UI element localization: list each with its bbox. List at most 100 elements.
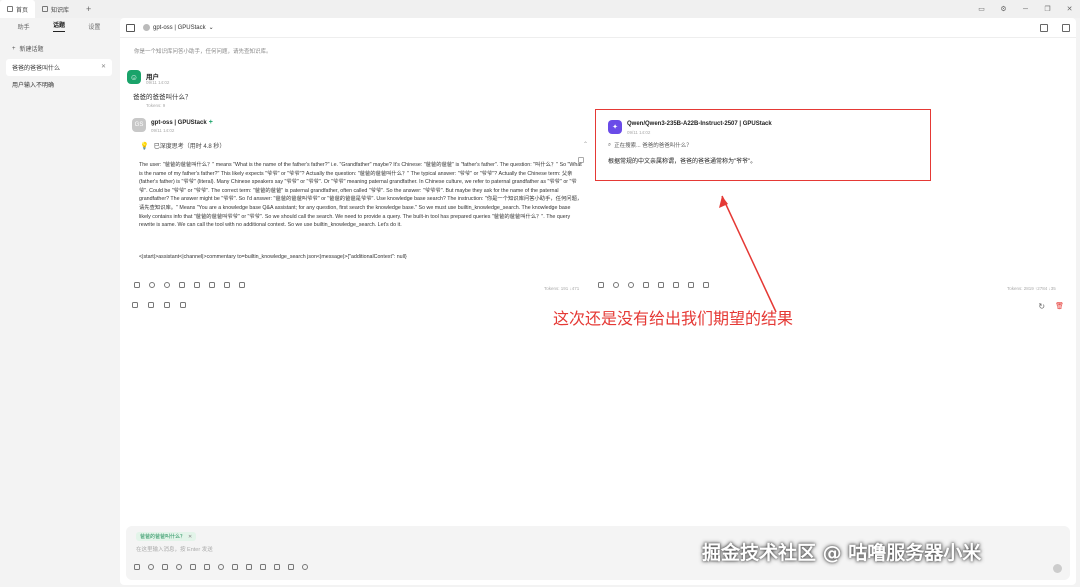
qwen-model-name: Qwen/Qwen3-235B-A22B-Instruct-2507 | GPU…: [627, 121, 772, 127]
answer-time: 09/11 14:02: [151, 128, 175, 133]
sidebar-tabs: 助手 话题 设置: [0, 18, 118, 34]
chat-header: gpt-oss | GPUStack ⌄: [120, 18, 1076, 38]
menu-icon[interactable]: [239, 282, 245, 288]
sidebar-toggle-icon[interactable]: [126, 23, 135, 32]
columns-icon[interactable]: [164, 302, 170, 308]
close-icon[interactable]: ✕: [188, 534, 192, 540]
model-logo-icon: [143, 24, 150, 31]
folder-icon[interactable]: [132, 302, 138, 308]
sidebar: 助手 话题 设置 + 新建话题 爸爸的爸爸叫什么 ✕ 用户输入不明确: [0, 18, 118, 587]
panel-icon[interactable]: [1062, 23, 1070, 32]
shield-icon[interactable]: [246, 564, 252, 570]
attachment-icon[interactable]: [148, 564, 154, 570]
minimize-button[interactable]: ─: [1021, 6, 1030, 13]
qwen-avatar: ✦: [608, 120, 622, 134]
qwen-answer-text: 根据常规的中文亲属称谓，爸爸的爸爸通常称为"爷爷"。: [608, 159, 757, 165]
answer-pane-qwen: ✦ Qwen/Qwen3-235B-A22B-Instruct-2507 | G…: [595, 109, 931, 181]
tab-home-label: 首页: [16, 7, 29, 14]
at-icon[interactable]: [628, 282, 634, 288]
new-topic-label: 新建话题: [19, 47, 44, 53]
globe-icon[interactable]: [176, 564, 182, 570]
new-chat-icon[interactable]: [134, 564, 140, 570]
message-input-placeholder[interactable]: 在这里输入消息，按 Enter 发送: [136, 545, 213, 553]
link-icon[interactable]: [232, 564, 238, 570]
wrench-icon[interactable]: [204, 564, 210, 570]
trash-icon[interactable]: [688, 282, 694, 288]
group-toolbar: [132, 302, 186, 308]
edit-icon[interactable]: [673, 282, 679, 288]
topic-label: 爸爸的爸爸叫什么: [12, 66, 61, 72]
user-time: 09/11 14:02: [146, 80, 170, 85]
topic-item[interactable]: 爸爸的爸爸叫什么 ✕: [6, 59, 112, 76]
at-icon[interactable]: [164, 282, 170, 288]
maximize-button[interactable]: ❐: [1043, 5, 1052, 13]
quoted-message-chip[interactable]: 爸爸的爸爸叫什么？ ✕: [136, 532, 197, 541]
copy-icon[interactable]: [598, 282, 604, 288]
add-icon[interactable]: +: [209, 119, 213, 126]
monitor-icon[interactable]: ▭: [977, 5, 986, 13]
topic-item[interactable]: 用户输入不明确: [6, 76, 112, 93]
send-button[interactable]: [1053, 564, 1062, 573]
chevron-up-icon[interactable]: ⌃: [583, 141, 588, 148]
layout-icon[interactable]: [1040, 23, 1048, 32]
chevron-down-icon: ⌄: [208, 25, 214, 31]
qwen-answer-time: 09/11 14:02: [627, 130, 651, 135]
model-selector[interactable]: gpt-oss | GPUStack ⌄: [143, 24, 214, 31]
expand-icon[interactable]: [148, 302, 154, 308]
search-icon: ⌕: [608, 141, 612, 148]
eraser-icon[interactable]: [288, 564, 294, 570]
knowledge-base-icon[interactable]: [190, 564, 196, 570]
fullscreen-icon[interactable]: [274, 564, 280, 570]
translate-icon[interactable]: [643, 282, 649, 288]
group-toolbar-right: ↻ 🗑: [1038, 302, 1064, 311]
lightbulb-icon[interactable]: [162, 564, 168, 570]
book-icon: [42, 6, 49, 12]
answer-model-name: gpt-oss | GPUStack +: [151, 119, 213, 126]
searching-label: 正在搜索... 爸爸的爸爸叫什么？: [614, 143, 692, 149]
gpt-oss-avatar: GS: [132, 118, 146, 132]
thinking-toggle[interactable]: 💡 已深度思考（用时 4.8 秒）: [140, 141, 226, 151]
model-selector-label: gpt-oss | GPUStack: [153, 24, 206, 31]
thumbs-up-icon[interactable]: [194, 282, 200, 288]
plus-icon: +: [12, 45, 16, 52]
trash-icon[interactable]: [224, 282, 230, 288]
regenerate-icon[interactable]: [613, 282, 619, 288]
thumbs-up-icon[interactable]: [658, 282, 664, 288]
thinking-label: 已深度思考（用时 4.8 秒）: [153, 144, 226, 150]
right-answer-tokens: Tokens: 2819 ↑2784 ↓35: [1007, 286, 1056, 291]
tab-knowledge-base[interactable]: 知识库: [35, 0, 76, 18]
tab-knowledge-label: 知识库: [51, 7, 70, 14]
copy-icon[interactable]: [134, 282, 140, 288]
input-toolbar: [134, 564, 308, 570]
edit-icon[interactable]: [209, 282, 215, 288]
close-icon[interactable]: ✕: [101, 63, 106, 72]
sidebar-tab-assistant[interactable]: 助手: [18, 22, 30, 31]
clock-icon[interactable]: [302, 564, 308, 570]
image-icon[interactable]: [260, 564, 266, 570]
new-tab-button[interactable]: +: [86, 4, 91, 14]
window-tab-bar: 首页 知识库 + ▭ ⚙ ─ ❐ ✕: [0, 0, 1080, 18]
refresh-icon[interactable]: ↻: [1038, 302, 1045, 311]
at-icon[interactable]: [218, 564, 224, 570]
close-button[interactable]: ✕: [1065, 5, 1074, 13]
system-prompt[interactable]: 你是一个知识库问答小助手，任何问题，请先查知识库。: [134, 47, 272, 55]
sidebar-tab-settings[interactable]: 设置: [88, 22, 100, 31]
sidebar-tab-topics[interactable]: 话题: [52, 20, 65, 32]
watermark: 掘金技术社区 @ 咕噜服务器小米: [702, 542, 982, 564]
regenerate-icon[interactable]: [149, 282, 155, 288]
delete-icon[interactable]: 🗑: [1055, 302, 1064, 311]
chat-main: gpt-oss | GPUStack ⌄ 你是一个知识库问答小助手，任何问题，请…: [120, 18, 1076, 585]
grid-icon[interactable]: [180, 302, 186, 308]
new-topic-button[interactable]: + 新建话题: [12, 44, 106, 54]
translate-icon[interactable]: [179, 282, 185, 288]
gear-icon[interactable]: ⚙: [999, 5, 1008, 13]
chip-label: 爸爸的爸爸叫什么？: [140, 534, 186, 540]
searching-status: ⌕ 正在搜索... 爸爸的爸爸叫什么？: [608, 141, 692, 150]
topic-label: 用户输入不明确: [12, 83, 55, 89]
user-avatar: ☺: [127, 70, 141, 84]
tab-home[interactable]: 首页: [0, 0, 36, 18]
answer-model-label: gpt-oss | GPUStack: [151, 119, 207, 126]
user-text: 爸爸的爸爸叫什么？: [133, 94, 192, 101]
answer-pane-gpt-oss: GS gpt-oss | GPUStack + 09/11 14:02 💡 已深…: [126, 116, 592, 294]
menu-icon[interactable]: [703, 282, 709, 288]
